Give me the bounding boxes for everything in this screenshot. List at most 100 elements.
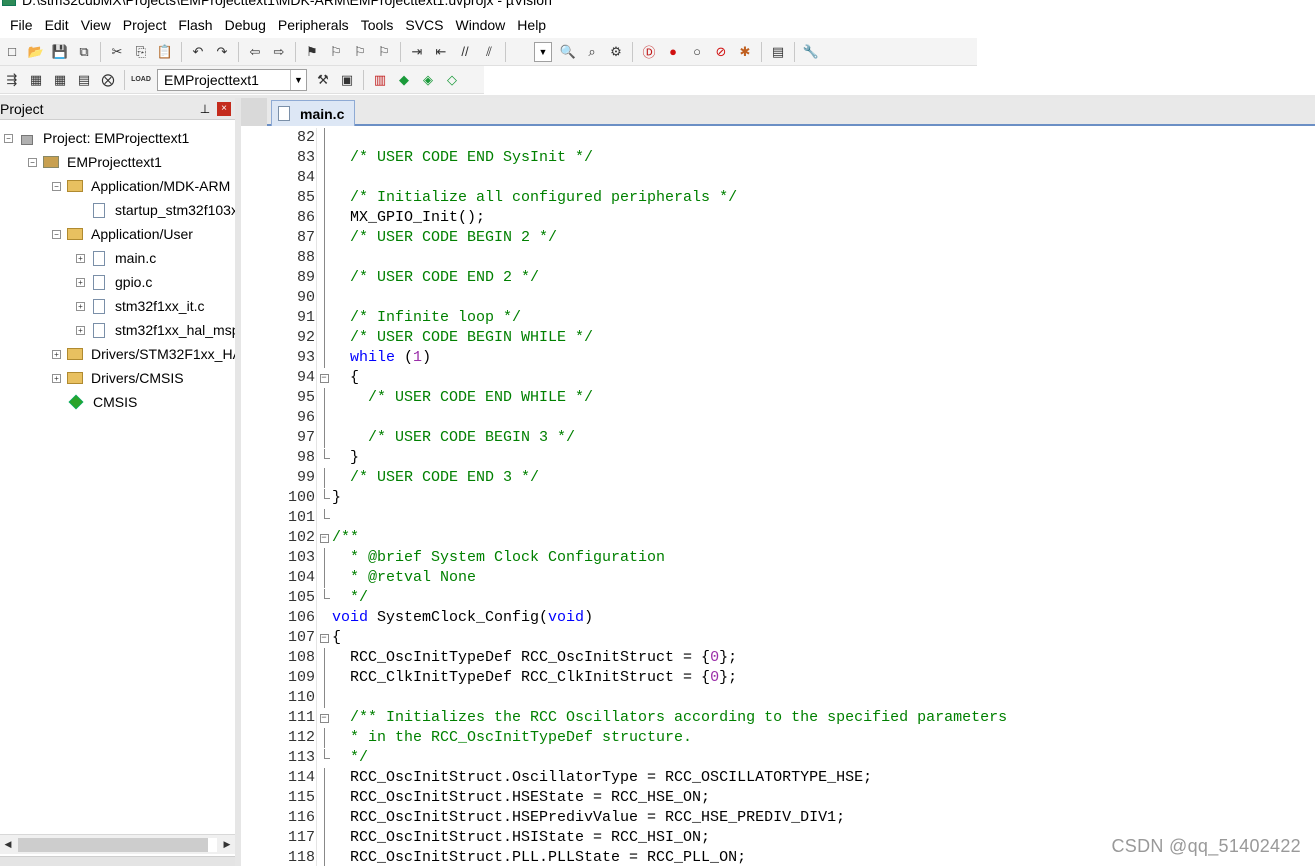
code-line[interactable]: 116 RCC_OscInitStruct.HSEPredivValue = R… — [241, 808, 1315, 828]
menu-tools[interactable]: Tools — [355, 12, 400, 38]
menu-svcs[interactable]: SVCS — [399, 12, 449, 38]
expand-icon[interactable]: + — [52, 373, 61, 383]
code-line[interactable]: 94− { — [241, 368, 1315, 388]
tree-item-group[interactable]: − Application/User — [52, 222, 193, 246]
incremental-find-icon[interactable]: ⚙ — [606, 42, 626, 62]
indent-icon[interactable]: ⇥ — [407, 42, 427, 62]
code-line[interactable]: 84 — [241, 168, 1315, 188]
menu-file[interactable]: File — [4, 12, 39, 38]
code-line[interactable]: 106 void SystemClock_Config(void) — [241, 608, 1315, 628]
paste-icon[interactable]: 📋 — [155, 42, 175, 62]
batch-build-icon[interactable]: ▤ — [74, 70, 94, 90]
code-line[interactable]: 89 /* USER CODE END 2 */ — [241, 268, 1315, 288]
breakpoint-disable-icon[interactable]: ○ — [687, 42, 707, 62]
tree-item-project[interactable]: − Project: EMProjecttext1 — [4, 126, 189, 150]
breakpoint-insert-icon[interactable]: ● — [663, 42, 683, 62]
navigate-forward-icon[interactable]: ⇨ — [269, 42, 289, 62]
code-line[interactable]: 105 */ — [241, 588, 1315, 608]
menu-debug[interactable]: Debug — [219, 12, 272, 38]
code-line[interactable]: 109 RCC_ClkInitTypeDef RCC_ClkInitStruct… — [241, 668, 1315, 688]
file-extensions-icon[interactable]: ▣ — [337, 70, 357, 90]
target-options-icon[interactable]: ⚒ — [313, 70, 333, 90]
pin-icon[interactable]: ⊥ — [197, 102, 213, 116]
menu-window[interactable]: Window — [450, 12, 512, 38]
code-line[interactable]: 99 /* USER CODE END 3 */ — [241, 468, 1315, 488]
chevron-down-icon[interactable]: ▼ — [290, 69, 306, 90]
collapse-icon[interactable]: − — [52, 181, 61, 191]
code-line[interactable]: 92 /* USER CODE BEGIN WHILE */ — [241, 328, 1315, 348]
window-layout-icon[interactable]: ▤ — [768, 42, 788, 62]
code-line[interactable]: 101 — [241, 508, 1315, 528]
tree-item-file[interactable]: + stm32f1xx_hal_msp.c — [76, 318, 235, 342]
code-line[interactable]: 93 while (1) — [241, 348, 1315, 368]
build-icon[interactable]: ▦ — [26, 70, 46, 90]
code-line[interactable]: 100} — [241, 488, 1315, 508]
tree-item-file[interactable]: + gpio.c — [76, 270, 152, 294]
code-line[interactable]: 111− /** Initializes the RCC Oscillators… — [241, 708, 1315, 728]
target-select[interactable]: EMProjecttext1 ▼ — [157, 68, 307, 91]
menu-edit[interactable]: Edit — [39, 12, 75, 38]
expand-icon[interactable]: + — [52, 349, 61, 359]
new-file-icon[interactable]: □ — [2, 42, 22, 62]
select-packs-icon[interactable]: ◈ — [418, 70, 438, 90]
manage-rte-icon[interactable]: ◆ — [394, 70, 414, 90]
download-icon[interactable]: LOAD — [131, 70, 151, 90]
menu-flash[interactable]: Flash — [172, 12, 218, 38]
bookmark-clear-icon[interactable]: ⚐ — [374, 42, 394, 62]
code-line[interactable]: 98 } — [241, 448, 1315, 468]
expand-icon[interactable]: + — [76, 325, 85, 335]
project-horizontal-scrollbar[interactable]: ◀ ▶ — [0, 834, 235, 854]
code-line[interactable]: 91 /* Infinite loop */ — [241, 308, 1315, 328]
scroll-track[interactable] — [18, 837, 217, 852]
expand-icon[interactable]: + — [76, 253, 85, 263]
expand-icon[interactable]: + — [76, 301, 85, 311]
redo-icon[interactable]: ↷ — [212, 42, 232, 62]
code-line[interactable]: 87 /* USER CODE BEGIN 2 */ — [241, 228, 1315, 248]
code-line[interactable]: 112 * in the RCC_OscInitTypeDef structur… — [241, 728, 1315, 748]
find-icon[interactable]: ⌕ — [582, 42, 602, 62]
bookmark-prev-icon[interactable]: ⚐ — [326, 42, 346, 62]
tree-item-file[interactable]: startup_stm32f103xb.s — [76, 198, 235, 222]
menu-view[interactable]: View — [75, 12, 117, 38]
tree-item-file[interactable]: + stm32f1xx_it.c — [76, 294, 204, 318]
menu-help[interactable]: Help — [511, 12, 552, 38]
code-line[interactable]: 83 /* USER CODE END SysInit */ — [241, 148, 1315, 168]
menu-project[interactable]: Project — [117, 12, 173, 38]
code-line[interactable]: 110 — [241, 688, 1315, 708]
unindent-icon[interactable]: ⇤ — [431, 42, 451, 62]
menu-peripherals[interactable]: Peripherals — [272, 12, 355, 38]
find-in-files-icon[interactable]: 🔍 — [558, 42, 578, 62]
stop-build-icon[interactable]: ⨂ — [98, 70, 118, 90]
scroll-left-icon[interactable]: ◀ — [0, 836, 16, 854]
bookmark-insert-icon[interactable]: ⚑ — [302, 42, 322, 62]
fold-collapse-icon[interactable]: − — [318, 368, 330, 388]
save-icon[interactable]: 💾 — [50, 42, 70, 62]
collapse-icon[interactable]: − — [4, 133, 13, 143]
scroll-thumb[interactable] — [18, 837, 208, 852]
code-line[interactable]: 90 — [241, 288, 1315, 308]
code-line[interactable]: 82 — [241, 128, 1315, 148]
uncomment-icon[interactable]: ⫽ — [479, 42, 499, 62]
code-line[interactable]: 113 */ — [241, 748, 1315, 768]
breakpoint-disable-all-icon[interactable]: ⊘ — [711, 42, 731, 62]
tree-item-group[interactable]: − Application/MDK-ARM — [52, 174, 230, 198]
tree-item-target[interactable]: − EMProjecttext1 — [28, 150, 162, 174]
code-editor[interactable]: 82 83 /* USER CODE END SysInit */84 85 /* … — [241, 128, 1315, 866]
bookmark-next-icon[interactable]: ⚐ — [350, 42, 370, 62]
code-line[interactable]: 115 RCC_OscInitStruct.HSEState = RCC_HSE… — [241, 788, 1315, 808]
code-line[interactable]: 108 RCC_OscInitTypeDef RCC_OscInitStruct… — [241, 648, 1315, 668]
fold-collapse-icon[interactable]: − — [318, 708, 330, 728]
tree-item-group[interactable]: + Drivers/STM32F1xx_HAL_Driver — [52, 342, 235, 366]
cut-icon[interactable]: ✂ — [107, 42, 127, 62]
code-line[interactable]: 88 — [241, 248, 1315, 268]
code-line[interactable]: 107−{ — [241, 628, 1315, 648]
fold-collapse-icon[interactable]: − — [318, 528, 330, 548]
tree-item-file[interactable]: + main.c — [76, 246, 156, 270]
rebuild-icon[interactable]: ▦ — [50, 70, 70, 90]
navigate-back-icon[interactable]: ⇦ — [245, 42, 265, 62]
code-line[interactable]: 103 * @brief System Clock Configuration — [241, 548, 1315, 568]
debug-start-icon[interactable]: Ⓓ — [639, 42, 659, 62]
collapse-icon[interactable]: − — [28, 157, 37, 167]
expand-icon[interactable]: + — [76, 277, 85, 287]
code-line[interactable]: 97 /* USER CODE BEGIN 3 */ — [241, 428, 1315, 448]
